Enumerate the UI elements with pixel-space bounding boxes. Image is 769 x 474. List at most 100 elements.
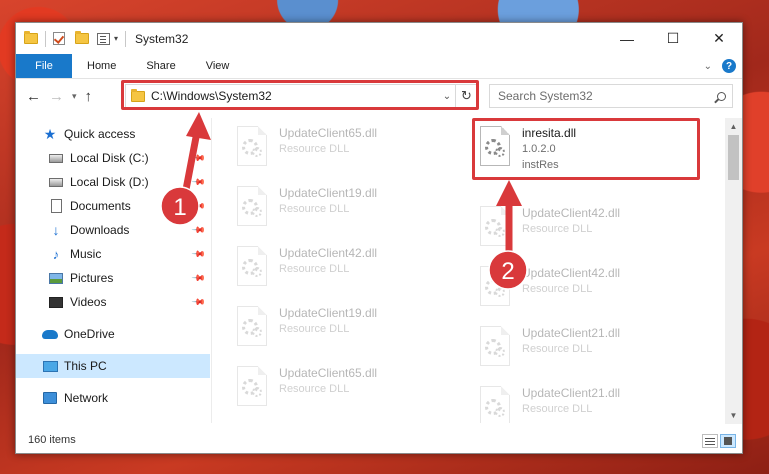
pin-icon[interactable]: 📌 bbox=[191, 198, 206, 214]
search-input[interactable]: Search System32 bbox=[498, 89, 710, 103]
sidebar-item-label: Downloads bbox=[70, 223, 130, 237]
disk-icon bbox=[48, 150, 64, 166]
this-pc-icon bbox=[42, 358, 58, 374]
window-controls: — ☐ ✕ bbox=[604, 23, 742, 54]
sidebar-item-label: Local Disk (D:) bbox=[70, 175, 149, 189]
file-name: UpdateClient65.dll bbox=[279, 126, 378, 140]
videos-icon bbox=[48, 294, 64, 310]
file-name: UpdateClient42.dll bbox=[279, 246, 378, 260]
documents-icon bbox=[48, 198, 64, 214]
sidebar-item-music[interactable]: ♪ Music 📌 bbox=[16, 242, 210, 266]
recent-locations-dropdown-icon[interactable]: ▾ bbox=[72, 91, 77, 102]
scroll-up-icon[interactable]: ▲ bbox=[725, 118, 742, 135]
back-arrow-icon[interactable]: ← bbox=[26, 88, 41, 105]
sidebar-item-label: Local Disk (C:) bbox=[70, 151, 149, 165]
file-item[interactable]: UpdateClient42.dll Resource DLL bbox=[233, 242, 463, 296]
file-type: Resource DLL bbox=[279, 263, 350, 275]
pin-icon[interactable]: 📌 bbox=[191, 270, 206, 286]
large-icons-view-icon bbox=[724, 437, 732, 445]
tab-view[interactable]: View bbox=[191, 54, 245, 78]
file-item[interactable]: UpdateClient65.dll Resource DLL bbox=[233, 122, 463, 176]
sidebar-item-documents[interactable]: Documents 📌 bbox=[16, 194, 210, 218]
file-type: Resource DLL bbox=[279, 383, 350, 395]
pictures-icon bbox=[48, 270, 64, 286]
sidebar-item-videos[interactable]: Videos 📌 bbox=[16, 290, 210, 314]
sidebar-item-local-disk-d[interactable]: Local Disk (D:) 📌 bbox=[16, 170, 210, 194]
file-name: UpdateClient42.dll bbox=[522, 266, 621, 280]
file-item[interactable]: UpdateClient42.dll Resource DLL bbox=[476, 202, 706, 256]
help-icon[interactable]: ? bbox=[722, 59, 736, 73]
close-button[interactable]: ✕ bbox=[696, 23, 742, 54]
minimize-button[interactable]: — bbox=[604, 23, 650, 54]
pin-icon[interactable]: 📌 bbox=[191, 222, 206, 238]
file-item[interactable]: UpdateClient21.dll Resource DLL bbox=[476, 322, 706, 376]
rename-icon[interactable] bbox=[97, 32, 110, 45]
sidebar-item-local-disk-c[interactable]: Local Disk (C:) 📌 bbox=[16, 146, 210, 170]
dll-file-icon bbox=[476, 386, 514, 423]
file-highlight bbox=[472, 118, 700, 180]
search-icon[interactable] bbox=[710, 91, 732, 101]
file-item[interactable]: UpdateClient42.dll Resource DLL bbox=[476, 262, 706, 316]
sidebar-item-label: OneDrive bbox=[64, 327, 115, 341]
title-bar: ▾ System32 — ☐ ✕ bbox=[16, 23, 742, 54]
pin-icon[interactable]: 📌 bbox=[191, 294, 206, 310]
dll-file-icon bbox=[233, 306, 271, 352]
file-type: Resource DLL bbox=[279, 143, 350, 155]
up-arrow-icon[interactable]: ↑ bbox=[85, 88, 93, 105]
file-type: Resource DLL bbox=[522, 223, 593, 235]
scroll-down-icon[interactable]: ▼ bbox=[725, 407, 742, 424]
sidebar-item-downloads[interactable]: ↓ Downloads 📌 bbox=[16, 218, 210, 242]
pin-icon[interactable]: 📌 bbox=[191, 246, 206, 262]
file-item[interactable]: UpdateClient21.dll Resource DLL bbox=[476, 382, 706, 423]
toolbar-divider bbox=[45, 30, 46, 47]
maximize-button[interactable]: ☐ bbox=[650, 23, 696, 54]
sidebar-item-onedrive[interactable]: OneDrive bbox=[16, 322, 210, 346]
vertical-scrollbar[interactable]: ▲ ▼ bbox=[725, 118, 742, 424]
onedrive-icon bbox=[42, 326, 58, 342]
toolbar-divider bbox=[125, 30, 127, 47]
expand-ribbon-chevron-icon[interactable]: ⌄ bbox=[704, 61, 712, 72]
sidebar-item-this-pc[interactable]: This PC bbox=[16, 354, 210, 378]
sidebar-item-label: Pictures bbox=[70, 271, 114, 285]
quick-access-toolbar: ▾ bbox=[16, 23, 129, 54]
pin-icon[interactable]: 📌 bbox=[191, 150, 206, 166]
item-count: 160 items bbox=[28, 434, 76, 446]
customize-toolbar-dropdown-icon[interactable]: ▾ bbox=[114, 34, 118, 43]
new-folder-icon[interactable] bbox=[75, 31, 89, 44]
dll-file-icon bbox=[476, 206, 514, 252]
sidebar-item-label: Music bbox=[70, 247, 102, 261]
sidebar-item-pictures[interactable]: Pictures 📌 bbox=[16, 266, 210, 290]
status-bar: 160 items bbox=[16, 427, 742, 453]
file-item[interactable]: UpdateClient19.dll Resource DLL bbox=[233, 302, 463, 356]
network-icon bbox=[42, 390, 58, 406]
search-box[interactable]: Search System32 bbox=[489, 84, 733, 108]
tab-file[interactable]: File bbox=[16, 54, 72, 78]
pin-icon[interactable]: 📌 bbox=[191, 174, 206, 190]
properties-check-icon[interactable] bbox=[53, 32, 65, 45]
file-type: Resource DLL bbox=[279, 203, 350, 215]
large-icons-view-button[interactable] bbox=[720, 434, 736, 448]
tab-home[interactable]: Home bbox=[72, 54, 131, 78]
file-type: Resource DLL bbox=[522, 343, 593, 355]
file-item[interactable]: UpdateClient19.dll Resource DLL bbox=[233, 182, 463, 236]
scrollbar-thumb[interactable] bbox=[728, 135, 739, 180]
window-title: System32 bbox=[135, 31, 189, 46]
details-view-icon bbox=[705, 440, 715, 442]
sidebar-item-quick-access[interactable]: ★ Quick access bbox=[16, 122, 210, 146]
dll-file-icon bbox=[476, 326, 514, 372]
file-type: Resource DLL bbox=[279, 323, 350, 335]
file-name: UpdateClient19.dll bbox=[279, 186, 378, 200]
file-name: UpdateClient65.dll bbox=[279, 366, 378, 380]
forward-arrow-icon[interactable]: → bbox=[49, 88, 64, 105]
dll-file-icon bbox=[233, 246, 271, 292]
file-name: UpdateClient42.dll bbox=[522, 206, 621, 220]
dll-file-icon bbox=[233, 366, 271, 412]
tab-share[interactable]: Share bbox=[131, 54, 190, 78]
file-name: UpdateClient21.dll bbox=[522, 386, 621, 400]
ribbon-tabs: File Home Share View ⌄ ? bbox=[16, 54, 742, 79]
navigation-pane: ★ Quick access Local Disk (C:) 📌 Local D… bbox=[16, 118, 212, 423]
sidebar-item-network[interactable]: Network bbox=[16, 386, 210, 410]
details-view-button[interactable] bbox=[702, 434, 718, 448]
music-icon: ♪ bbox=[52, 246, 60, 262]
file-item[interactable]: UpdateClient65.dll Resource DLL bbox=[233, 362, 463, 416]
